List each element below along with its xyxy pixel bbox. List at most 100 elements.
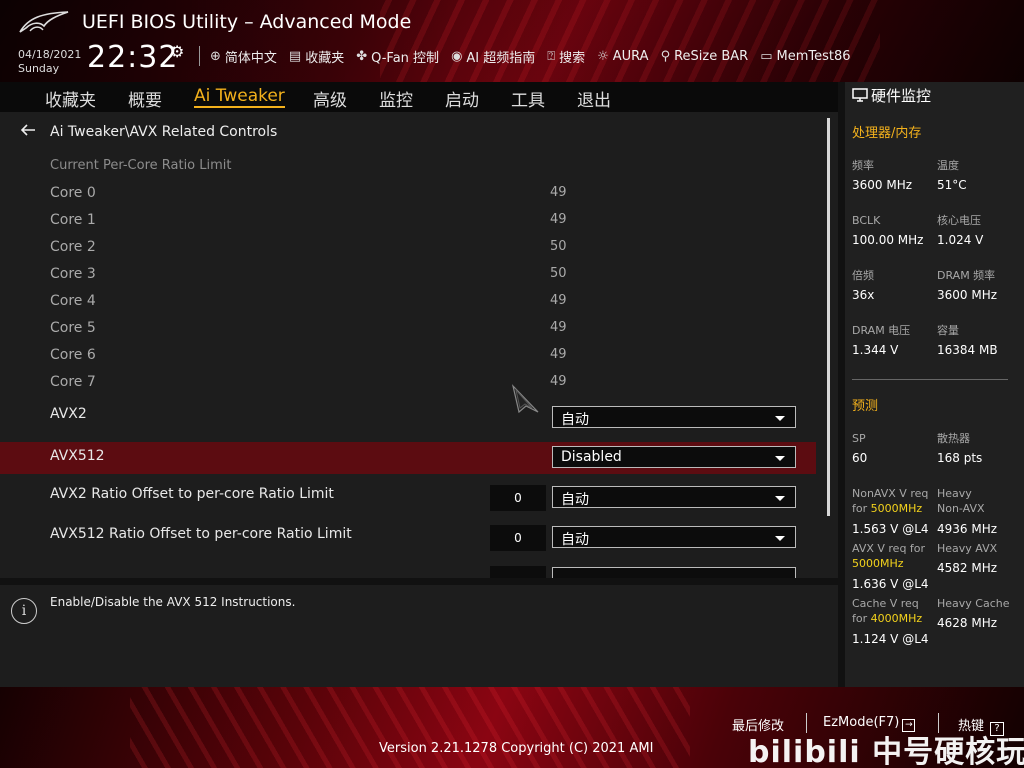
heavy-avx-value: 4582 MHz xyxy=(937,561,998,575)
core-value: 49 xyxy=(550,374,567,389)
avx512-offset-dropdown[interactable]: 自动 xyxy=(552,526,796,548)
monitor-label: 核心电压 xyxy=(937,214,981,227)
monitor-label: DRAM 电压 xyxy=(852,324,911,337)
core-value: 49 xyxy=(550,347,567,362)
header-bar: UEFI BIOS Utility – Advanced Mode 04/18/… xyxy=(0,0,1024,82)
fan-icon: ✤ xyxy=(356,48,368,64)
core-label: Core 5 xyxy=(50,320,96,336)
prediction-section: 预测 xyxy=(852,399,879,414)
tab-exit[interactable]: 退出 xyxy=(577,86,611,111)
search-button[interactable]: ⍰ 搜索 xyxy=(547,47,585,66)
favorites-icon: ▤ xyxy=(288,48,302,64)
resize-bar-button[interactable]: ⚲ ReSize BAR xyxy=(661,49,749,64)
core-value: 50 xyxy=(550,266,567,281)
tab-favorites[interactable]: 收藏夹 xyxy=(45,86,96,111)
settings-panel: Ai Tweaker\AVX Related Controls Current … xyxy=(0,112,838,578)
globe-icon: ⊕ xyxy=(210,48,221,64)
heavy-nonavx-label: Heavy Non-AVX xyxy=(937,487,985,515)
qfan-button[interactable]: ✤ Q-Fan 控制 xyxy=(356,47,439,66)
avx2-offset-dropdown[interactable]: 自动 xyxy=(552,486,796,508)
avx512-offset-value[interactable]: 0 xyxy=(490,525,546,551)
monitor-label: 容量 xyxy=(937,324,959,337)
avx-value: 1.636 V @L4 xyxy=(852,577,929,591)
core-label: Core 1 xyxy=(50,212,96,228)
heavy-avx-label: Heavy AVX xyxy=(937,542,998,555)
chevron-down-icon xyxy=(775,456,785,461)
toolbar: ⊕ 简体中文 ▤ 收藏夹 ✤ Q-Fan 控制 ◉ AI 超频指南 ⍰ 搜索 ☼ AURA … xyxy=(199,46,863,66)
avx-label: AVX V req for 5000MHz xyxy=(852,541,934,571)
core-value: 50 xyxy=(550,239,567,254)
core-value: 49 xyxy=(550,212,567,227)
monitor-value: 51°C xyxy=(937,178,967,192)
tab-ai-tweaker[interactable]: Ai Tweaker xyxy=(194,86,285,108)
core-label: Core 3 xyxy=(50,266,96,282)
core-ratio-row: Core 7 49 xyxy=(0,368,816,400)
monitor-value: 1.344 V xyxy=(852,343,899,357)
monitor-label: DRAM 频率 xyxy=(937,269,996,282)
tab-tool[interactable]: 工具 xyxy=(511,86,545,111)
monitor-value: 3600 MHz xyxy=(937,288,998,302)
ai-oc-guide-button[interactable]: ◉ AI 超频指南 xyxy=(451,47,535,66)
search-help-icon: ⍰ xyxy=(547,48,556,64)
rog-logo-icon xyxy=(19,11,69,33)
core-value: 49 xyxy=(550,320,567,335)
avx512-dropdown[interactable]: Disabled xyxy=(552,446,796,468)
setting-label: AVX512 xyxy=(50,448,105,464)
tab-main[interactable]: 概要 xyxy=(128,86,162,111)
core-value: 49 xyxy=(550,185,567,200)
avx2-dropdown[interactable]: 自动 xyxy=(552,406,796,428)
favorites-button[interactable]: ▤ 收藏夹 xyxy=(289,47,344,66)
help-text: Enable/Disable the AVX 512 Instructions. xyxy=(50,595,296,609)
dropdown-value: Disabled xyxy=(561,449,622,465)
gear-icon[interactable]: ⚙ xyxy=(170,42,184,61)
avx2-offset-value[interactable]: 0 xyxy=(490,485,546,511)
ai-icon: ◉ xyxy=(451,48,463,64)
help-panel: i Enable/Disable the AVX 512 Instruction… xyxy=(0,585,838,687)
monitor-label: 温度 xyxy=(937,159,959,172)
tab-boot[interactable]: 启动 xyxy=(445,86,479,111)
date-text: 04/18/2021 xyxy=(18,48,82,61)
language-button[interactable]: ⊕ 简体中文 xyxy=(210,47,277,66)
aura-button[interactable]: ☼ AURA xyxy=(597,49,648,64)
app-title: UEFI BIOS Utility – Advanced Mode xyxy=(82,11,412,33)
tab-monitor[interactable]: 监控 xyxy=(379,86,413,111)
chevron-down-icon xyxy=(775,416,785,421)
heavy-nonavx-value: 4936 MHz xyxy=(937,522,998,536)
dropdown-value: 自动 xyxy=(561,532,589,548)
tab-advanced[interactable]: 高级 xyxy=(313,86,347,111)
tool-label: AI 超频指南 xyxy=(466,50,536,66)
monitor-value: 100.00 MHz xyxy=(852,233,924,247)
nonavx-label: NonAVX V req for 5000MHz xyxy=(852,486,932,516)
tool-label: 搜索 xyxy=(559,50,586,66)
breadcrumb-text: Ai Tweaker\AVX Related Controls xyxy=(50,124,278,140)
watermark-text: bilibili 中号硬核玩家 xyxy=(748,735,1024,768)
tool-label: ReSize BAR xyxy=(674,48,749,64)
monitor-icon xyxy=(852,88,868,102)
chevron-down-icon xyxy=(775,536,785,541)
cache-value: 1.124 V @L4 xyxy=(852,632,929,646)
tool-label: 收藏夹 xyxy=(305,50,345,66)
scrollbar[interactable] xyxy=(827,118,830,516)
memtest-button[interactable]: ▭ MemTest86 xyxy=(760,49,850,64)
monitor-value: 36x xyxy=(852,288,875,302)
setting-label: AVX512 Ratio Offset to per-core Ratio Li… xyxy=(50,526,352,542)
main-tab-bar: 收藏夹 概要 Ai Tweaker 高级 监控 启动 工具 退出 xyxy=(0,82,838,112)
monitor-label: 频率 xyxy=(852,159,874,172)
tool-label: MemTest86 xyxy=(776,48,851,64)
cooler-label: 散热器 xyxy=(937,432,970,445)
monitor-value: 1.024 V xyxy=(937,233,984,247)
cache-freq: 4000MHz xyxy=(870,612,923,625)
heavy-cache-value: 4628 MHz xyxy=(937,616,998,630)
resize-bar-icon: ⚲ xyxy=(660,48,671,64)
core-label: Core 4 xyxy=(50,293,96,309)
sidebar-divider xyxy=(852,379,1008,380)
nonavx-value: 1.563 V @L4 xyxy=(852,522,929,536)
core-label: Core 0 xyxy=(50,185,96,201)
avx-freq: 5000MHz xyxy=(852,557,904,570)
version-text: Version 2.21.1278 Copyright (C) 2021 AMI xyxy=(379,741,654,756)
cooler-value: 168 pts xyxy=(937,451,983,465)
dropdown-value: 自动 xyxy=(561,492,589,508)
setting-label: AVX2 xyxy=(50,406,87,422)
core-label: Core 2 xyxy=(50,239,96,255)
back-arrow-icon[interactable] xyxy=(20,124,40,140)
